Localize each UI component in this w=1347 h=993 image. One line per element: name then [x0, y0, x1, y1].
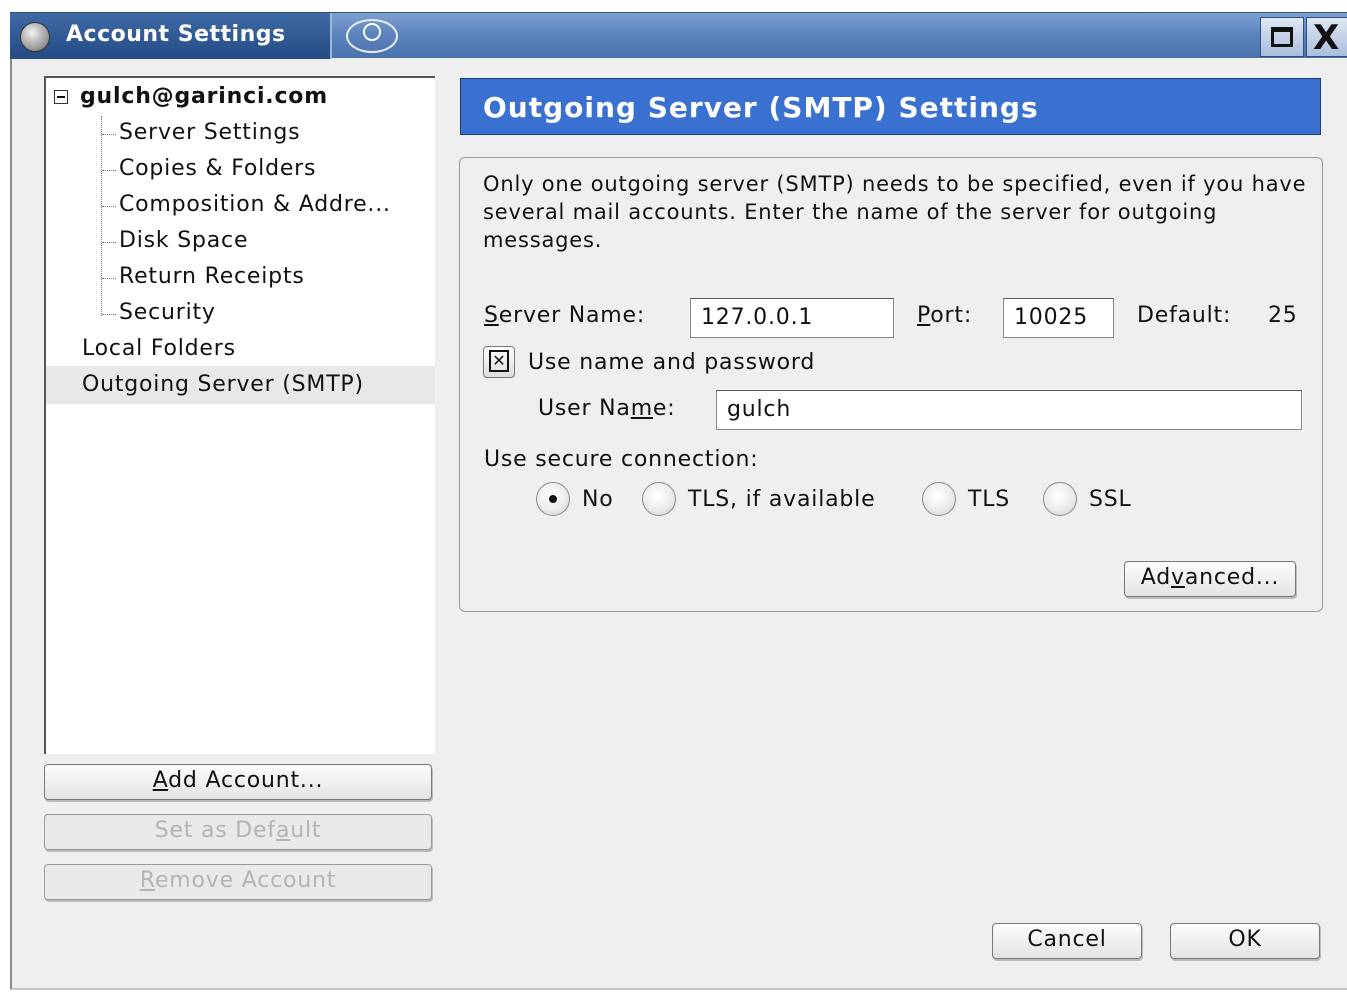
secure-connection-label: Use secure connection: — [484, 447, 759, 472]
ok-button[interactable]: OK — [1170, 923, 1320, 959]
advanced-label: anced... — [1184, 565, 1280, 590]
remove-account-button[interactable]: Remove Account — [44, 864, 432, 900]
remove-account-label: emove Account — [154, 868, 337, 893]
radio-no-label[interactable]: No — [582, 487, 614, 512]
tree-item-copies-folders[interactable]: Copies & Folders — [119, 156, 316, 181]
cancel-button[interactable]: Cancel — [992, 923, 1142, 959]
smtp-description: Only one outgoing server (SMTP) needs to… — [483, 172, 1307, 252]
title-tab[interactable]: Account Settings — [10, 13, 332, 59]
advanced-button[interactable]: Advanced... — [1124, 561, 1296, 597]
tree-connector — [102, 170, 116, 171]
radio-tls-if-available[interactable] — [642, 482, 676, 516]
maximize-button[interactable] — [1260, 17, 1304, 57]
close-button[interactable]: X — [1306, 17, 1347, 58]
window-title: Account Settings — [66, 22, 286, 47]
radio-ssl[interactable] — [1043, 482, 1077, 516]
radio-no[interactable] — [536, 482, 570, 516]
collapse-icon[interactable] — [54, 90, 68, 104]
tree-item-composition[interactable]: Composition & Addre... — [119, 192, 391, 217]
title-bar[interactable]: Account Settings X — [10, 12, 1347, 59]
mnemonic-letter: A — [152, 768, 169, 793]
set-default-label: Set as Def — [154, 818, 276, 843]
default-port-label: Default: — [1137, 303, 1232, 328]
account-tree[interactable]: gulch@garinci.com Server Settings Copies… — [44, 76, 435, 754]
tree-item-return-receipts[interactable]: Return Receipts — [119, 264, 305, 289]
panel-header: Outgoing Server (SMTP) Settings — [460, 78, 1321, 135]
server-name-input[interactable]: 127.0.0.1 — [690, 298, 894, 338]
tree-connector — [102, 242, 116, 243]
mnemonic-letter: R — [139, 868, 155, 893]
port-input[interactable]: 10025 — [1003, 298, 1114, 338]
advanced-label: Ad — [1140, 565, 1171, 590]
user-name-label-text: e: — [652, 396, 676, 421]
app-icon — [20, 22, 50, 52]
tree-item-disk-space[interactable]: Disk Space — [119, 228, 248, 253]
user-name-label: User Name: — [538, 396, 675, 421]
mnemonic-letter: P — [917, 303, 931, 328]
add-account-label: dd Account... — [168, 768, 324, 793]
mnemonic-letter: v — [1171, 565, 1185, 590]
radio-tls[interactable] — [922, 482, 956, 516]
maximize-icon — [1271, 27, 1293, 47]
tree-connector — [102, 134, 116, 135]
radio-ssl-label[interactable]: SSL — [1089, 487, 1132, 512]
default-port-value: 25 — [1268, 303, 1298, 328]
tree-item-security[interactable]: Security — [119, 300, 216, 325]
mnemonic-letter: a — [275, 818, 291, 843]
use-name-password-label[interactable]: Use name and password — [528, 350, 815, 375]
set-default-label: ult — [290, 818, 322, 843]
close-icon: X — [1313, 18, 1340, 58]
tree-connector — [102, 278, 116, 279]
mnemonic-letter: S — [484, 303, 499, 328]
port-label: Port: — [917, 303, 972, 328]
checkmark-icon: ✕ — [489, 350, 509, 372]
tree-item-server-settings[interactable]: Server Settings — [119, 120, 300, 145]
radio-tls-if-available-label[interactable]: TLS, if available — [688, 487, 875, 512]
set-as-default-button[interactable]: Set as Default — [44, 814, 432, 850]
use-name-password-checkbox[interactable]: ✕ — [483, 346, 515, 378]
swirl-logo-icon — [346, 19, 398, 53]
port-label-text: ort: — [930, 303, 973, 328]
mnemonic-letter: m — [630, 396, 653, 421]
server-name-label-text: erver Name: — [498, 303, 646, 328]
user-name-label-text: User Na — [538, 396, 631, 421]
user-name-input[interactable]: gulch — [716, 390, 1302, 430]
tree-connector — [101, 116, 102, 316]
server-name-label: Server Name: — [484, 303, 645, 328]
add-account-button[interactable]: Add Account... — [44, 764, 432, 800]
tree-connector — [102, 314, 116, 315]
tree-item-account[interactable]: gulch@garinci.com — [80, 84, 328, 109]
tree-item-outgoing-server[interactable]: Outgoing Server (SMTP) — [82, 372, 364, 397]
tree-item-local-folders[interactable]: Local Folders — [82, 336, 236, 361]
radio-tls-label[interactable]: TLS — [968, 487, 1010, 512]
tree-connector — [102, 206, 116, 207]
